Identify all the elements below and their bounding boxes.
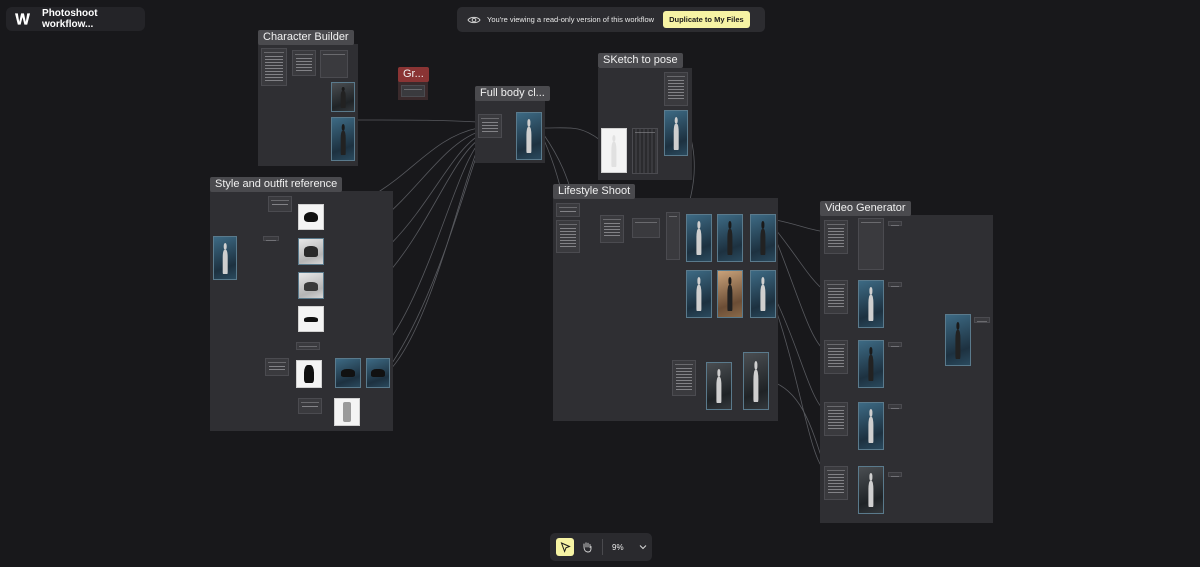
workflow-title[interactable]: Photoshoot workflow... bbox=[42, 8, 145, 30]
prompt-node[interactable] bbox=[292, 50, 316, 76]
shoot-output-8[interactable] bbox=[743, 352, 769, 410]
zoom-menu-button[interactable] bbox=[638, 542, 648, 552]
chevron-down-icon bbox=[639, 545, 646, 550]
pan-tool-button[interactable] bbox=[578, 538, 596, 556]
sunglasses-reference-node[interactable] bbox=[298, 306, 324, 332]
hand-icon bbox=[583, 542, 592, 553]
jacket-reference-node[interactable] bbox=[296, 360, 322, 388]
export-node[interactable] bbox=[974, 317, 990, 323]
shoes-reference-node[interactable] bbox=[298, 238, 324, 265]
connector-node[interactable] bbox=[888, 282, 902, 287]
workflow-canvas[interactable]: Character Builder Gr... Full body cl... … bbox=[0, 0, 1200, 567]
eye-icon bbox=[467, 16, 481, 23]
shoot-output-7[interactable] bbox=[706, 362, 732, 410]
shoot-output-2[interactable] bbox=[717, 214, 743, 262]
loader-node[interactable] bbox=[263, 236, 279, 241]
top-output-node-2[interactable] bbox=[366, 358, 390, 388]
prompt-node[interactable] bbox=[268, 196, 292, 212]
video-frame-2[interactable] bbox=[858, 340, 884, 388]
shoot-output-3[interactable] bbox=[750, 214, 776, 262]
pointer-icon bbox=[560, 541, 571, 553]
zoom-level[interactable]: 9% bbox=[612, 543, 624, 552]
shoot-output-4[interactable] bbox=[686, 270, 712, 318]
prompt-node[interactable] bbox=[261, 48, 287, 86]
app-header[interactable]: Photoshoot workflow... bbox=[6, 7, 145, 31]
prompt-node[interactable] bbox=[664, 72, 688, 106]
group-title-full-body[interactable]: Full body cl... bbox=[475, 86, 550, 101]
prompt-node[interactable] bbox=[556, 220, 580, 253]
sampler-node[interactable] bbox=[632, 218, 660, 238]
group-title-style-outfit[interactable]: Style and outfit reference bbox=[210, 177, 343, 192]
group-title-sketch-to-pose[interactable]: SKetch to pose bbox=[598, 53, 683, 68]
duplicate-to-my-files-button[interactable]: Duplicate to My Files bbox=[663, 11, 750, 28]
pose-output-node[interactable] bbox=[664, 110, 688, 156]
settings-node[interactable] bbox=[320, 50, 348, 78]
video-frame-3[interactable] bbox=[858, 402, 884, 450]
portrait-output-node[interactable] bbox=[331, 82, 355, 112]
prompt-node[interactable] bbox=[824, 402, 848, 436]
sampler-node[interactable] bbox=[666, 212, 680, 260]
prompt-node[interactable] bbox=[824, 280, 848, 314]
video-frame-1[interactable] bbox=[858, 280, 884, 328]
beret-reference-node[interactable] bbox=[298, 204, 324, 230]
video-frame-4[interactable] bbox=[858, 466, 884, 514]
group-title-lifestyle-shoot[interactable]: Lifestyle Shoot bbox=[553, 184, 636, 199]
final-video-node[interactable] bbox=[945, 314, 971, 366]
prompt-node[interactable] bbox=[298, 398, 322, 414]
video-node[interactable] bbox=[858, 218, 884, 270]
preprocessor-node[interactable] bbox=[632, 128, 658, 174]
prompt-node[interactable] bbox=[672, 360, 696, 396]
prompt-node[interactable] bbox=[824, 220, 848, 254]
prompt-node[interactable] bbox=[556, 203, 580, 217]
group-title-character-builder[interactable]: Character Builder bbox=[258, 30, 354, 45]
prompt-node[interactable] bbox=[265, 358, 289, 376]
select-tool-button[interactable] bbox=[556, 538, 574, 556]
fullbody-output-node[interactable] bbox=[516, 112, 542, 160]
group-title-gr[interactable]: Gr... bbox=[398, 67, 429, 82]
shoot-output-6[interactable] bbox=[750, 270, 776, 318]
note-node[interactable] bbox=[401, 85, 425, 97]
prompt-node[interactable] bbox=[824, 340, 848, 374]
prompt-node[interactable] bbox=[824, 466, 848, 500]
sketch-input-node[interactable] bbox=[601, 128, 627, 173]
combine-node[interactable] bbox=[296, 342, 320, 350]
shoot-output-5[interactable] bbox=[717, 270, 743, 318]
prompt-node[interactable] bbox=[600, 215, 624, 243]
fullbody-output-node[interactable] bbox=[331, 117, 355, 161]
top-output-node[interactable] bbox=[335, 358, 361, 388]
group-title-video-generator[interactable]: Video Generator bbox=[820, 201, 911, 216]
connector-node[interactable] bbox=[888, 404, 902, 409]
prompt-node[interactable] bbox=[478, 114, 502, 138]
read-only-banner: You're viewing a read-only version of th… bbox=[457, 7, 765, 32]
read-only-message: You're viewing a read-only version of th… bbox=[487, 15, 655, 24]
connector-node[interactable] bbox=[888, 342, 902, 347]
connector-node[interactable] bbox=[888, 472, 902, 477]
reference-image-node[interactable] bbox=[213, 236, 237, 280]
canvas-toolbar: 9% bbox=[550, 533, 652, 561]
app-logo-icon[interactable] bbox=[15, 12, 31, 26]
bag-reference-node[interactable] bbox=[298, 272, 324, 299]
connector-node[interactable] bbox=[888, 221, 902, 226]
pants-reference-node[interactable] bbox=[334, 398, 360, 426]
toolbar-divider bbox=[602, 539, 603, 555]
shoot-output-1[interactable] bbox=[686, 214, 712, 262]
